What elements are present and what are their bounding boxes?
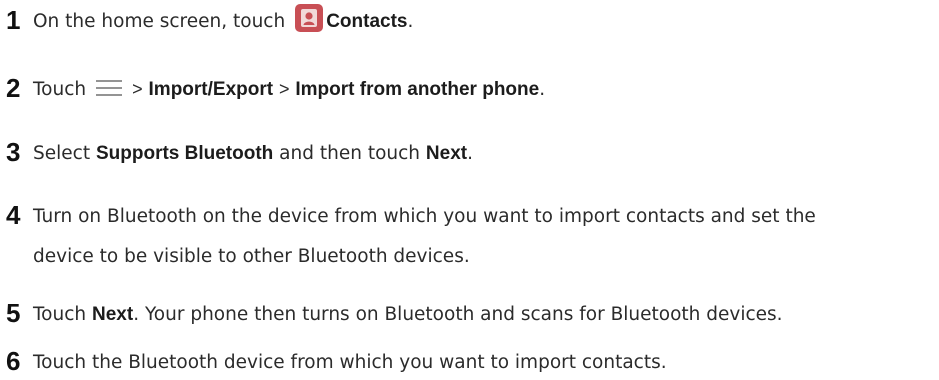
step-punct: .	[467, 143, 473, 164]
step-text: Touch the Bluetooth device from which yo…	[33, 352, 667, 373]
step-punct: .	[539, 79, 546, 100]
contacts-icon	[295, 4, 324, 32]
step-punct: .	[407, 11, 414, 32]
menu-icon	[94, 77, 124, 97]
step-number: 2	[6, 73, 21, 103]
step-text: and then touch	[279, 143, 421, 164]
step-text: Touch	[33, 304, 87, 325]
step-number: 6	[6, 346, 21, 376]
import-export-label: Import/Export	[148, 79, 274, 100]
step-3: 3 Select Supports Bluetooth and then touc…	[6, 136, 936, 170]
separator: >	[278, 79, 290, 99]
step-2: 2 Touch > Import/Export > Import from anot…	[6, 72, 936, 106]
next-label: Next	[425, 143, 468, 164]
step-text: Select	[33, 143, 91, 164]
step-1: 1 On the home screen, touch Contacts.	[6, 4, 936, 38]
step-number: 3	[6, 137, 21, 167]
step-text: Touch	[33, 79, 87, 100]
step-6: 6 Touch the Bluetooth device from which y…	[6, 345, 936, 379]
step-number: 5	[6, 298, 21, 328]
step-number: 1	[6, 5, 21, 35]
step-number: 4	[6, 200, 21, 230]
step-text: Turn on Bluetooth on the device from whi…	[33, 206, 816, 227]
step-text: . Your phone then turns on Bluetooth and…	[133, 304, 783, 325]
import-from-phone-label: Import from another phone	[295, 79, 540, 100]
step-4: 4 Turn on Bluetooth on the device from wh…	[6, 199, 936, 273]
step-5: 5 Touch Next. Your phone then turns on Bl…	[6, 297, 936, 331]
supports-bluetooth-label: Supports Bluetooth	[95, 143, 274, 164]
separator: >	[132, 79, 143, 99]
contacts-label: Contacts	[326, 11, 408, 32]
step-text-continued: device to be visible to other Bluetooth …	[33, 246, 470, 267]
next-label: Next	[92, 304, 134, 325]
step-text: On the home screen, touch	[33, 11, 286, 32]
